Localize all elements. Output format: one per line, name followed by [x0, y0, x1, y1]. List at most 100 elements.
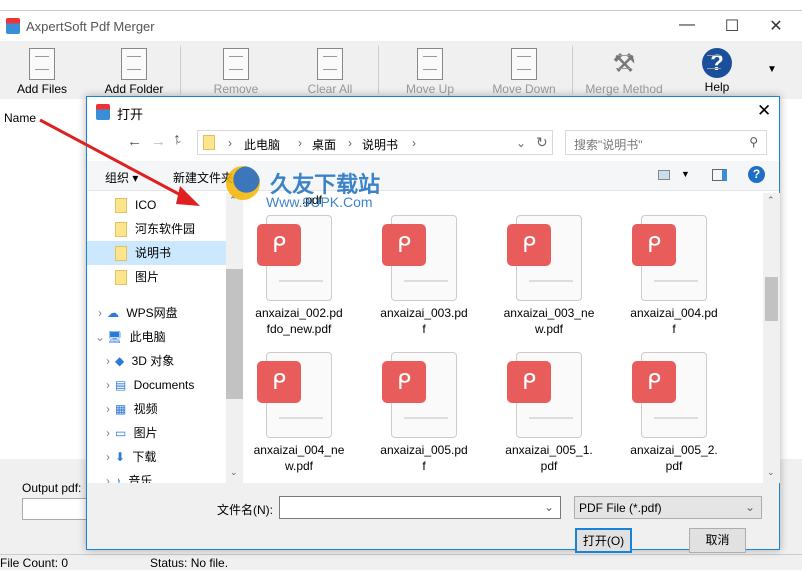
nav-item[interactable]: › ▤ Documents: [87, 373, 227, 397]
move-up-button[interactable]: Move Up: [390, 44, 470, 96]
filename-dropdown-icon[interactable]: ⌄: [544, 500, 554, 514]
remove-label: Remove: [213, 82, 259, 96]
folder-icon: [115, 198, 127, 214]
file-name: anxaizai_003_ne: [503, 306, 595, 320]
nav-item[interactable]: › ⬇ 下载: [87, 445, 227, 469]
filename-input[interactable]: ⌄: [279, 496, 561, 519]
pdf-file-icon: ᑭ: [632, 352, 707, 438]
files-scrollbar[interactable]: ⌃ ⌄: [763, 193, 780, 483]
view-options-icon[interactable]: [658, 170, 670, 180]
merge-method-button[interactable]: ⚒ Merge Method: [580, 44, 668, 96]
nav-item[interactable]: 图片: [87, 265, 227, 289]
expand-chevron-icon[interactable]: ›: [93, 301, 107, 325]
nav-item[interactable]: › ▭ 图片: [87, 421, 227, 445]
nav-scrollbar[interactable]: ⌃ ⌄: [226, 193, 243, 483]
expand-chevron-icon[interactable]: ›: [101, 397, 115, 421]
pdf-file-icon: ᑭ: [257, 215, 332, 301]
column-header-name[interactable]: Name: [4, 111, 36, 125]
nav-item[interactable]: 说明书: [87, 241, 227, 265]
collapse-chevron-icon[interactable]: ⌄: [93, 325, 107, 349]
minimize-button[interactable]: —: [677, 16, 697, 34]
refresh-icon[interactable]: ↻: [536, 134, 548, 151]
file-item[interactable]: ᑭ anxaizai_003_ne w.pdf: [494, 215, 604, 337]
nav-item[interactable]: 河东软件园: [87, 217, 227, 241]
expand-chevron-icon[interactable]: ›: [101, 421, 115, 445]
breadcrumb-item[interactable]: 桌面: [312, 136, 336, 153]
output-label: Output pdf:: [22, 481, 82, 495]
3d-icon: ◆: [115, 354, 128, 368]
maximize-button[interactable]: ☐: [722, 16, 742, 36]
docs-icon: ▤: [115, 378, 130, 392]
search-input[interactable]: 搜索"说明书" ⚲: [565, 130, 767, 155]
filename-label: 文件名(N):: [217, 503, 273, 517]
nav-item[interactable]: › ▦ 视频: [87, 397, 227, 421]
view-dropdown-icon[interactable]: ▼: [681, 169, 690, 179]
breadcrumb-item[interactable]: 说明书: [362, 136, 398, 153]
nav-item-label: WPS网盘: [126, 306, 178, 320]
breadcrumb-item[interactable]: 此电脑: [244, 136, 280, 153]
add-files-button[interactable]: Add Files: [2, 44, 82, 96]
help-icon[interactable]: ?: [748, 166, 765, 183]
address-bar[interactable]: › 此电脑 › 桌面 › 说明书 › ⌄ ↻: [197, 130, 553, 155]
dialog-title: 打开: [117, 107, 144, 122]
expand-chevron-icon[interactable]: ›: [101, 469, 115, 483]
file-view: .pdf ᑭ anxaizai_002.pd fdo_new.pdf ᑭ anxaiza…: [244, 193, 764, 483]
file-item[interactable]: ᑭ anxaizai_005_1. pdf: [494, 352, 604, 474]
remove-button[interactable]: Remove: [196, 44, 276, 96]
move-down-button[interactable]: Move Down: [483, 44, 565, 96]
file-type-dropdown-icon: ⌄: [744, 500, 755, 514]
help-button[interactable]: ? Help: [677, 44, 757, 94]
clear-all-button[interactable]: Clear All: [290, 44, 370, 96]
open-button[interactable]: 打开(O): [575, 528, 632, 553]
files-scroll-thumb[interactable]: [765, 277, 778, 321]
status-bar: File Count: 0 Status: No file.: [0, 554, 802, 571]
toolbar-divider: [378, 46, 379, 94]
file-item[interactable]: ᑭ anxaizai_004.pd f: [619, 215, 729, 337]
output-input[interactable]: [22, 498, 92, 520]
file-name: anxaizai_005_1.: [505, 443, 593, 457]
expand-chevron-icon[interactable]: ›: [101, 349, 115, 373]
preview-pane-icon[interactable]: [712, 169, 727, 181]
pdf-file-icon: ᑭ: [257, 352, 332, 438]
nav-scroll-thumb[interactable]: [226, 269, 243, 399]
app-title: AxpertSoft Pdf Merger: [26, 19, 155, 34]
organize-menu[interactable]: 组织 ▾: [105, 169, 138, 186]
file-name: pdf: [665, 459, 683, 473]
up-icon[interactable]: ↑: [173, 131, 181, 149]
expand-chevron-icon[interactable]: ›: [101, 445, 115, 469]
folder-icon: [203, 135, 215, 150]
clear-all-label: Clear All: [307, 82, 353, 96]
title-bar: AxpertSoft Pdf Merger — ☐ ✕: [0, 11, 802, 41]
file-name: f: [422, 322, 426, 336]
watermark-logo: 久友下载站 Www.9UPK.Com: [226, 166, 380, 210]
search-icon[interactable]: ⚲: [749, 135, 758, 149]
file-item[interactable]: ᑭ anxaizai_005.pd f: [369, 352, 479, 474]
file-item[interactable]: ᑭ anxaizai_004_ne w.pdf: [244, 352, 354, 474]
add-folder-label: Add Folder: [104, 82, 164, 96]
nav-item[interactable]: › ♪ 音乐: [87, 469, 227, 483]
cancel-button[interactable]: 取消: [689, 528, 746, 553]
nav-item-label: 音乐: [128, 474, 153, 483]
nav-item[interactable]: ICO: [87, 193, 227, 217]
file-item[interactable]: ᑭ anxaizai_005_2. pdf: [619, 352, 729, 474]
close-button[interactable]: ✕: [766, 16, 786, 36]
nav-item[interactable]: › ☁ WPS网盘: [87, 301, 227, 325]
file-item[interactable]: ᑭ anxaizai_003.pd f: [369, 215, 479, 337]
watermark-globe-icon: [226, 166, 260, 200]
back-button[interactable]: ←: [127, 133, 142, 150]
file-name: anxaizai_004_ne: [253, 443, 345, 457]
nav-item[interactable]: ⌄ 🖥 此电脑: [87, 325, 227, 349]
folder-icon: [115, 222, 127, 238]
dialog-icon: [96, 104, 110, 120]
address-dropdown-icon[interactable]: ⌄: [516, 136, 526, 150]
new-folder-button[interactable]: 新建文件夹: [173, 169, 233, 186]
forward-button[interactable]: →: [151, 133, 166, 150]
expand-chevron-icon[interactable]: ›: [101, 373, 115, 397]
add-folder-button[interactable]: Add Folder: [94, 44, 174, 96]
toolbar-overflow-icon[interactable]: ▼: [767, 64, 777, 75]
file-item[interactable]: ᑭ anxaizai_002.pd fdo_new.pdf: [244, 215, 354, 337]
dialog-close-button[interactable]: ✕: [757, 101, 771, 121]
pdf-file-icon: ᑭ: [382, 215, 457, 301]
nav-item[interactable]: › ◆ 3D 对象: [87, 349, 227, 373]
file-type-select[interactable]: PDF File (*.pdf) ⌄: [574, 496, 762, 519]
